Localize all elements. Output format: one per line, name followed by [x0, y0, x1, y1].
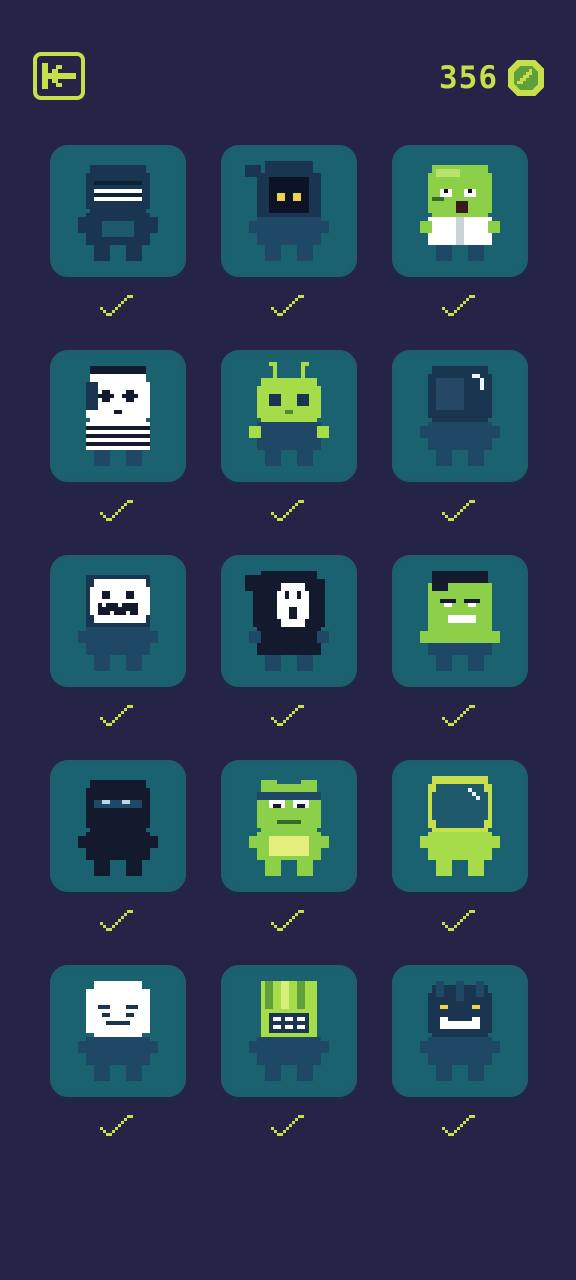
character-tile[interactable] [50, 145, 186, 277]
mime-character-icon [86, 366, 150, 466]
character-slot [392, 350, 528, 555]
character-slot [221, 760, 357, 965]
character-tile[interactable] [392, 350, 528, 482]
zombie-character-icon [420, 165, 500, 261]
gem-coin-icon [508, 60, 544, 96]
character-slot [50, 965, 186, 1170]
astronaut-character-icon [420, 776, 500, 876]
alien-character-icon [249, 362, 329, 466]
check-icon [100, 910, 133, 931]
check-icon [100, 705, 133, 726]
character-tile[interactable] [221, 145, 357, 277]
character-tile[interactable] [50, 555, 186, 687]
helmet-character-icon [420, 366, 500, 466]
back-button[interactable] [33, 52, 85, 100]
check-icon [100, 295, 133, 316]
character-slot [392, 555, 528, 760]
character-tile[interactable] [50, 965, 186, 1097]
check-icon [100, 1115, 133, 1136]
character-slot [50, 350, 186, 555]
check-icon [442, 500, 475, 521]
white-mask-character-icon [78, 981, 158, 1081]
check-icon [271, 295, 304, 316]
character-tile[interactable] [392, 965, 528, 1097]
ninja-character-icon [78, 780, 158, 876]
check-icon [271, 500, 304, 521]
character-slot [392, 145, 528, 350]
character-tile[interactable] [221, 965, 357, 1097]
block-robot-character-icon [249, 981, 329, 1081]
character-slot [50, 760, 186, 965]
character-slot [50, 145, 186, 350]
check-icon [271, 1115, 304, 1136]
check-icon [442, 705, 475, 726]
check-icon [271, 910, 304, 931]
dark-grin-character-icon [78, 165, 158, 261]
character-slot [221, 555, 357, 760]
coin-counter: 356 [439, 58, 544, 98]
character-select-screen: 356 [0, 0, 576, 1280]
check-icon [442, 910, 475, 931]
character-tile[interactable] [50, 350, 186, 482]
character-slot [392, 965, 528, 1170]
character-slot [221, 350, 357, 555]
check-icon [271, 705, 304, 726]
coin-count: 356 [439, 60, 498, 96]
check-icon [442, 295, 475, 316]
character-slot [392, 760, 528, 965]
character-grid [50, 145, 530, 1170]
character-slot [50, 555, 186, 760]
brute-character-icon [420, 571, 500, 671]
frog-character-icon [249, 780, 329, 876]
check-icon [442, 1115, 475, 1136]
hooded-shadow-character-icon [245, 161, 329, 261]
character-tile[interactable] [50, 760, 186, 892]
character-slot [221, 965, 357, 1170]
character-slot [221, 145, 357, 350]
character-tile[interactable] [392, 760, 528, 892]
scream-mask-character-icon [245, 571, 329, 671]
character-tile[interactable] [392, 145, 528, 277]
character-tile[interactable] [221, 350, 357, 482]
character-tile[interactable] [221, 555, 357, 687]
tribal-mask-character-icon [420, 981, 500, 1081]
character-tile[interactable] [392, 555, 528, 687]
check-icon [100, 500, 133, 521]
arrow-left-icon [42, 63, 76, 89]
character-tile[interactable] [221, 760, 357, 892]
smile-mask-character-icon [78, 575, 158, 671]
